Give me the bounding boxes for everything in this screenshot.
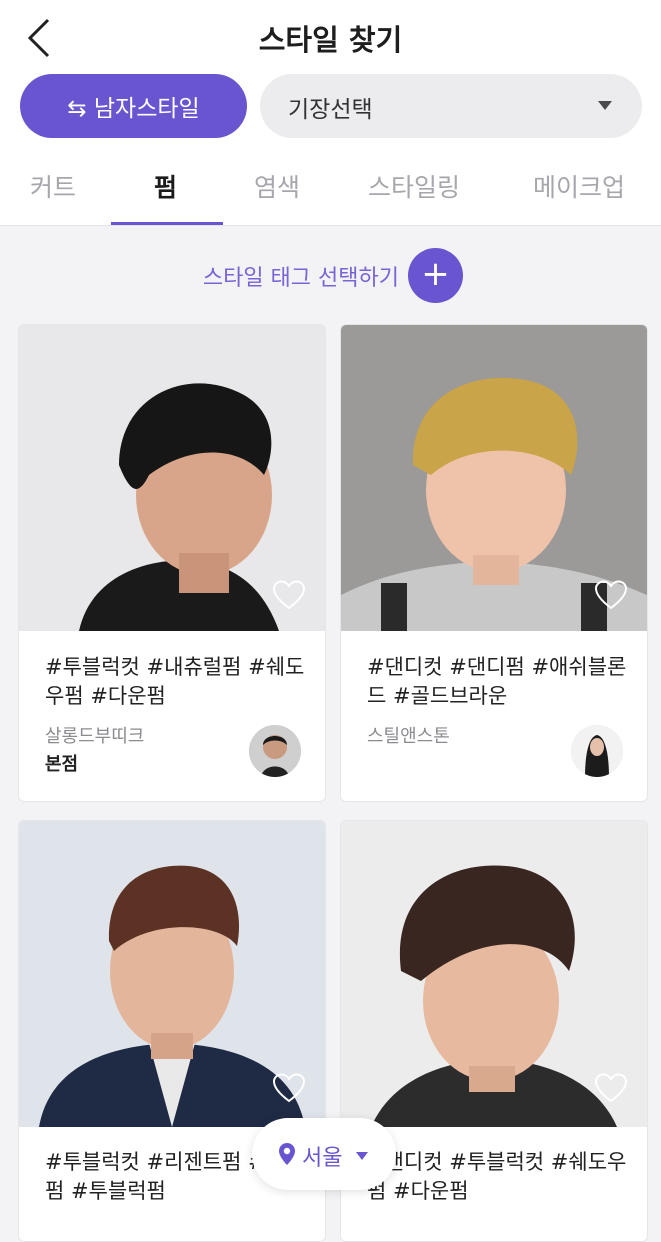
tab-styling[interactable]: 스타일링 — [368, 168, 460, 204]
salon-branch: 본점 — [45, 754, 79, 775]
location-label: 서울 — [302, 1146, 343, 1171]
style-tags: #투블럭컷 #내츄럴펌 #쉐도우펌 #다운펌 — [45, 655, 305, 708]
page-title: 스타일 찾기 — [258, 23, 403, 57]
top-bar: 스타일 찾기 ⇆ 남자스타일 기장선택 커트 펌 염색 스타일링 메이크업 — [0, 0, 661, 226]
dropdown-caret-icon — [598, 101, 612, 110]
salon-name: 스틸앤스톤 — [367, 726, 450, 747]
style-tag-select[interactable]: 스타일 태그 선택하기 + — [0, 248, 661, 304]
heart-icon[interactable] — [273, 1073, 305, 1103]
salon-name: 살롱드부띠크 — [45, 726, 145, 747]
tab-makeup[interactable]: 메이크업 — [533, 168, 625, 204]
tab-perm[interactable]: 펌 — [154, 168, 177, 204]
avatar[interactable] — [249, 725, 301, 777]
caret-down-icon — [356, 1152, 368, 1160]
location-select[interactable]: 서울 — [252, 1118, 396, 1190]
avatar[interactable] — [571, 725, 623, 777]
tab-color[interactable]: 염색 — [254, 168, 300, 204]
style-tag-label: 스타일 태그 선택하기 — [202, 266, 399, 291]
heart-icon[interactable] — [595, 1073, 627, 1103]
tab-cut[interactable]: 커트 — [30, 168, 76, 204]
location-pin-icon — [279, 1143, 295, 1165]
plus-icon[interactable]: + — [408, 248, 463, 303]
style-tags: #댄디컷 #댄디펌 #애쉬블론드 #골드브라운 — [367, 655, 627, 708]
divider — [0, 225, 661, 226]
length-select[interactable]: 기장선택 — [260, 74, 642, 138]
heart-icon[interactable] — [595, 580, 627, 610]
style-card[interactable]: #댄디컷 #댄디펌 #애쉬블론드 #골드브라운 스틸앤스톤 — [340, 324, 648, 802]
style-tags: #댄디컷 #투블럭컷 #쉐도우펌 #다운펌 — [367, 1150, 627, 1203]
heart-icon[interactable] — [273, 580, 305, 610]
length-select-label: 기장선택 — [288, 97, 373, 123]
category-tabs: 커트 펌 염색 스타일링 메이크업 — [0, 160, 661, 226]
style-card[interactable]: #투블럭컷 #내츄럴펌 #쉐도우펌 #다운펌 살롱드부띠크 본점 — [18, 324, 326, 802]
gender-style-button[interactable]: ⇆ 남자스타일 — [20, 74, 247, 138]
